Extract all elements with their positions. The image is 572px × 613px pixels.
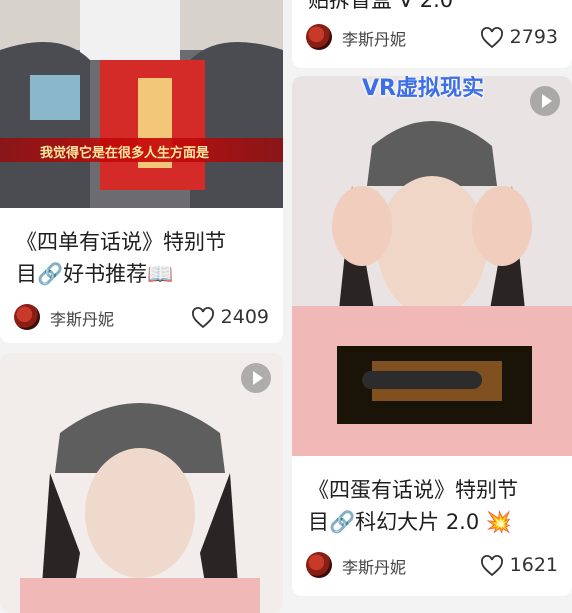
avatar[interactable]	[306, 552, 332, 578]
heart-icon	[481, 555, 503, 577]
video-thumbnail[interactable]	[0, 353, 283, 613]
video-thumbnail[interactable]: 我觉得它是在很多人生方面是	[0, 0, 283, 208]
play-icon[interactable]	[530, 86, 560, 116]
like-count: 2793	[509, 26, 558, 48]
like-count: 2409	[220, 306, 269, 328]
card-meta: 李斯丹妮 2409	[14, 304, 269, 334]
heart-icon	[481, 27, 503, 49]
author-name[interactable]: 李斯丹妮	[50, 306, 114, 330]
heart-icon	[192, 307, 214, 329]
author-name[interactable]: 李斯丹妮	[342, 26, 406, 50]
thumbnail-image	[0, 0, 283, 208]
author-name[interactable]: 李斯丹妮	[342, 554, 406, 578]
video-thumbnail[interactable]: VR虚拟现实	[292, 76, 572, 456]
like-count: 1621	[509, 554, 558, 576]
thumbnail-image	[0, 353, 283, 613]
like-button[interactable]: 1621	[468, 552, 558, 580]
video-card[interactable]	[0, 353, 283, 613]
video-overlay-text: VR虚拟现实	[362, 76, 484, 101]
avatar[interactable]	[14, 304, 40, 330]
video-title[interactable]: 《四蛋有话说》特别节 目🔗科幻大片 2.0 💥	[308, 474, 558, 538]
like-button[interactable]: 2793	[468, 24, 558, 52]
card-meta: 李斯丹妮 2793	[306, 24, 558, 54]
video-title[interactable]: 贴拆盲盒 V 2.0	[308, 0, 453, 14]
like-button[interactable]: 2409	[179, 304, 269, 332]
video-title[interactable]: 《四单有话说》特别节 目🔗好书推荐📖	[16, 226, 269, 290]
video-card[interactable]: 贴拆盲盒 V 2.0 李斯丹妮 2793	[292, 0, 572, 68]
video-caption: 我觉得它是在很多人生方面是	[40, 146, 210, 161]
video-card[interactable]: 我觉得它是在很多人生方面是 《四单有话说》特别节 目🔗好书推荐📖 李斯丹妮 24…	[0, 0, 283, 343]
video-card[interactable]: VR虚拟现实 《四蛋有话说》特别节 目🔗科幻大片 2.0 💥 李斯丹妮 1621	[292, 76, 572, 596]
card-meta: 李斯丹妮 1621	[306, 552, 558, 582]
thumbnail-image	[292, 76, 572, 456]
avatar[interactable]	[306, 24, 332, 50]
play-icon[interactable]	[241, 363, 271, 393]
